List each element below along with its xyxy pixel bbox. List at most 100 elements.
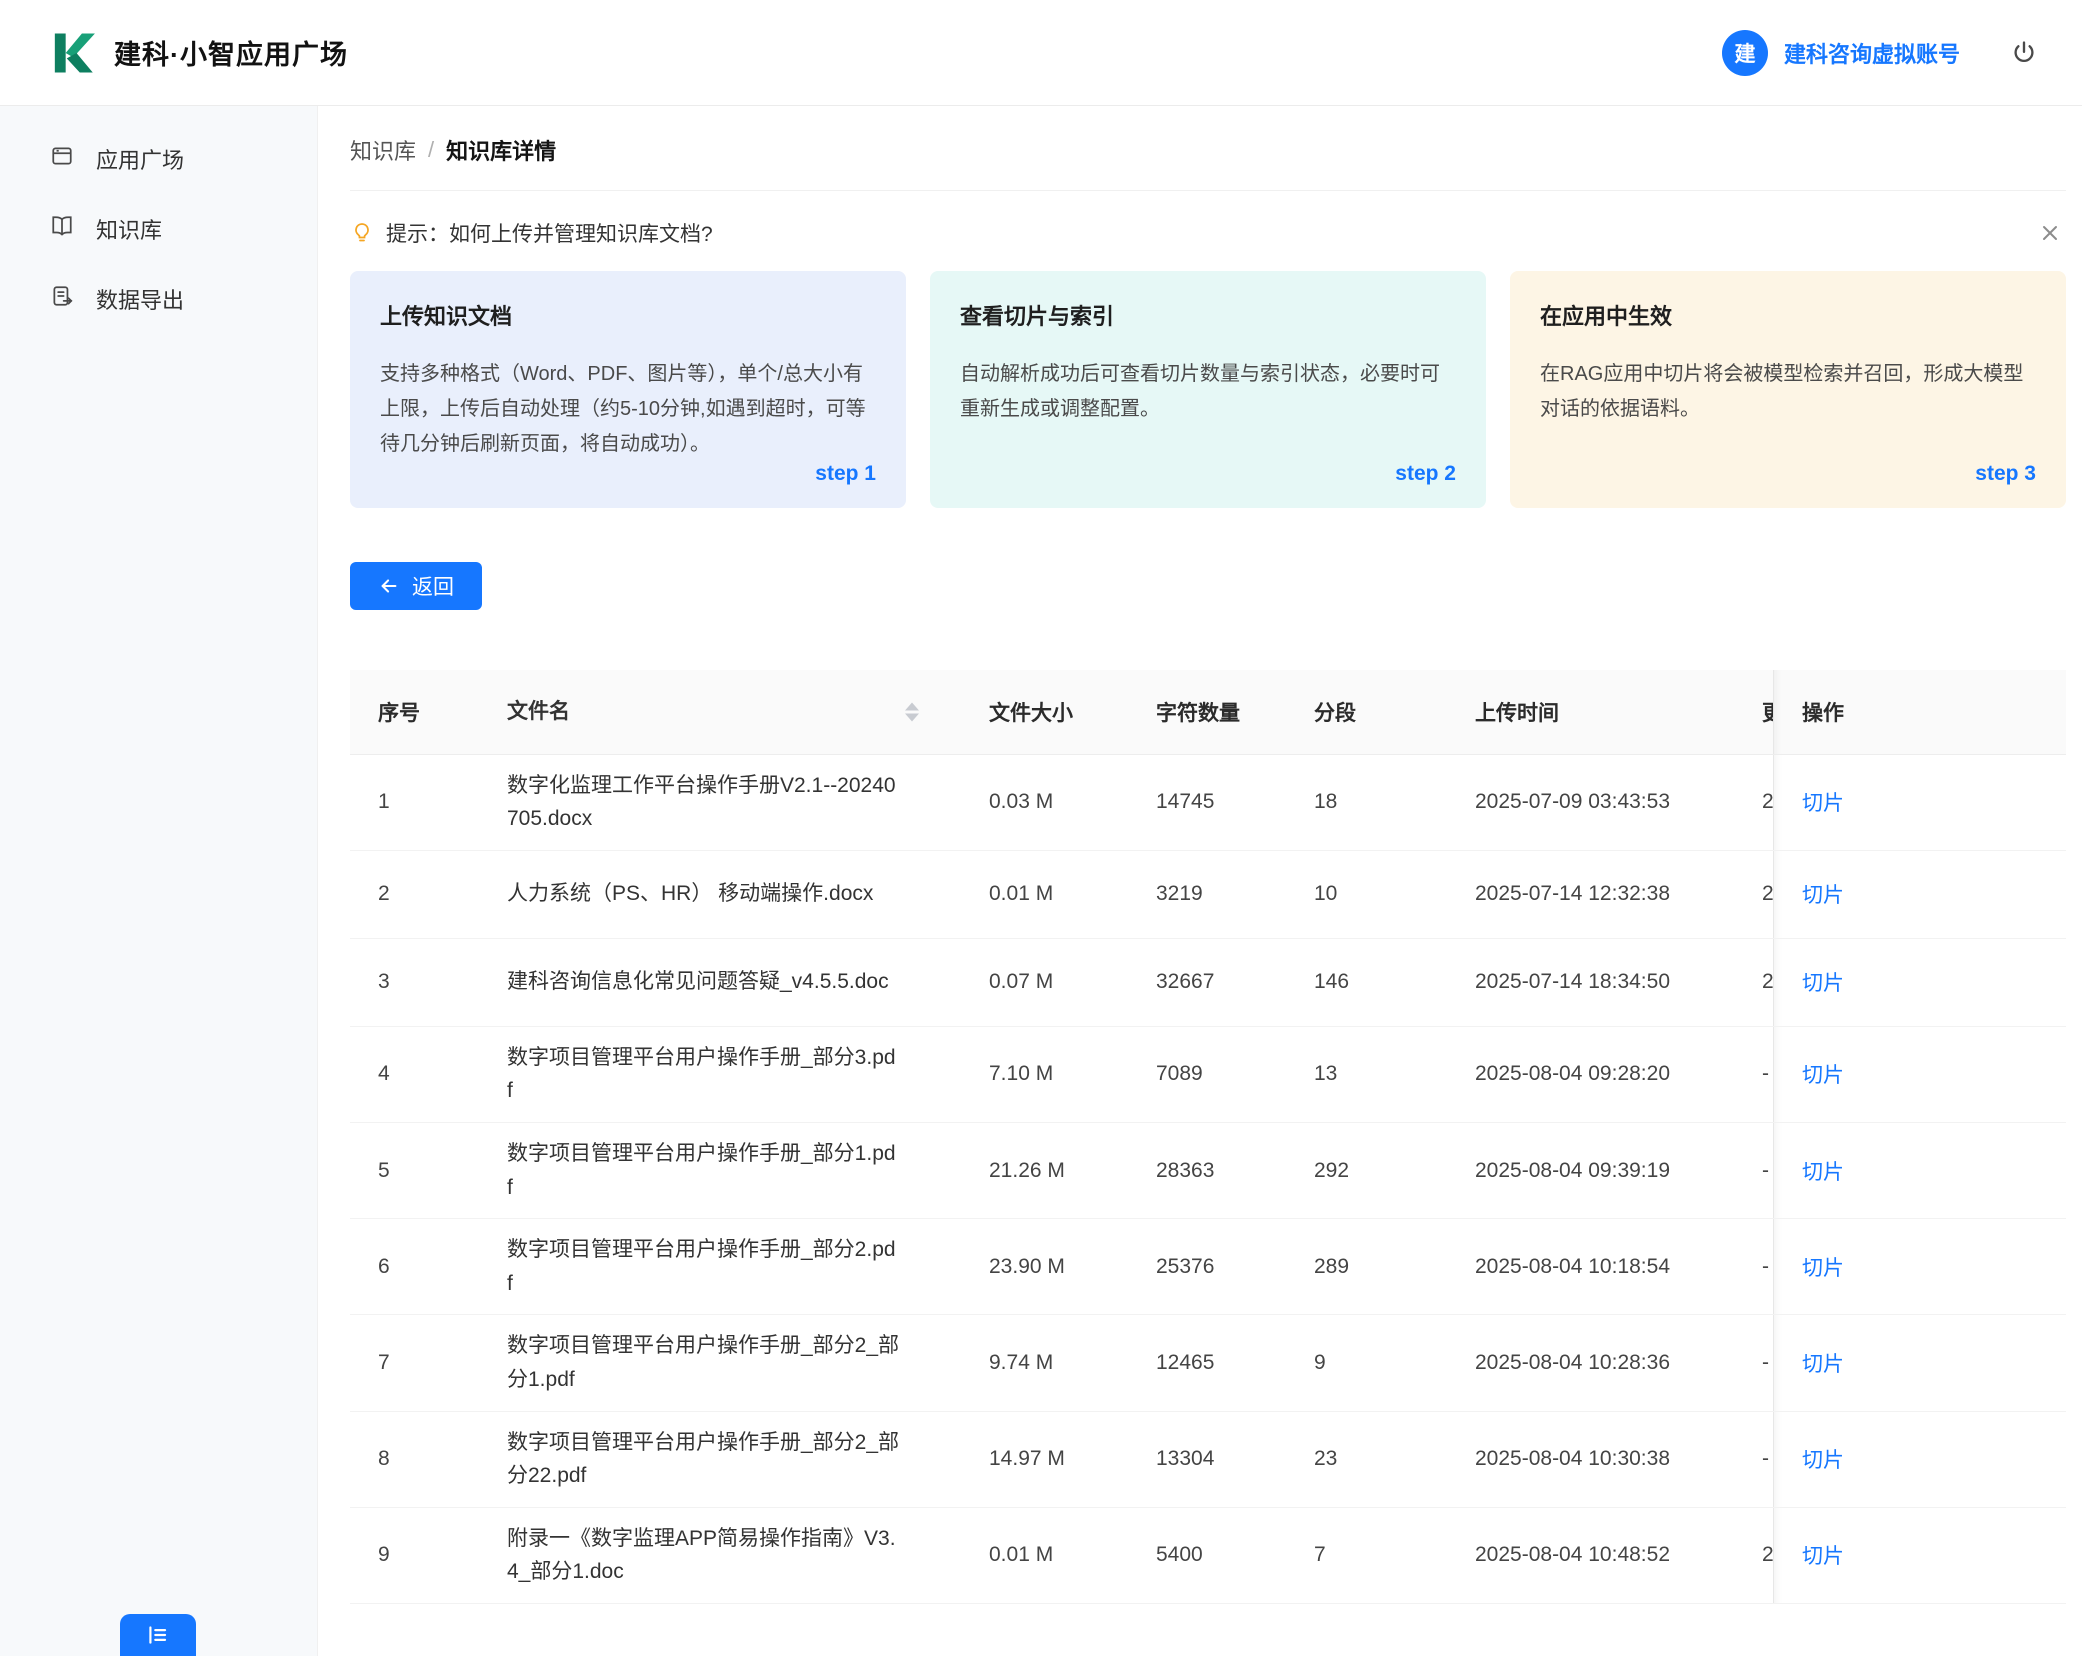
sort-icon[interactable] — [905, 702, 919, 721]
cell-upload-time: 2025-08-04 09:39:19 — [1447, 1159, 1734, 1183]
sidebar-item-app-plaza[interactable]: 应用广场 — [0, 124, 317, 194]
back-button[interactable]: 返回 — [350, 562, 482, 610]
cell-index: 3 — [350, 970, 479, 994]
account-name[interactable]: 建科咨询虚拟账号 — [1784, 37, 1960, 69]
page-title: 知识库详情 — [446, 134, 556, 166]
cell-segments: 292 — [1286, 1159, 1447, 1183]
table-header: 序号 文件名 文件大小 字符数量 分段 上传时间 更 操作 — [350, 670, 2066, 755]
cell-segments: 10 — [1286, 882, 1447, 906]
cell-index: 2 — [350, 882, 479, 906]
cell-actions: 切片 — [1773, 1027, 2066, 1122]
table-row: 3 建科咨询信息化常见问题答疑_v4.5.5.doc 0.07 M 32667 … — [350, 939, 2066, 1027]
table-row: 1 数字化监理工作平台操作手册V2.1--20240705.docx 0.03 … — [350, 755, 2066, 851]
cell-index: 7 — [350, 1351, 479, 1375]
cell-clipped: 2 — [1734, 970, 1773, 994]
cell-index: 6 — [350, 1255, 479, 1279]
card-body: 自动解析成功后可查看切片数量与索引状态，必要时可重新生成或调整配置。 — [960, 357, 1456, 427]
cell-filename: 数字化监理工作平台操作手册V2.1--20240705.docx — [479, 769, 961, 836]
cell-index: 1 — [350, 790, 479, 814]
step-cards: 上传知识文档 支持多种格式（Word、PDF、图片等），单个/总大小有上限，上传… — [350, 271, 2066, 508]
slice-link[interactable]: 切片 — [1802, 1348, 1844, 1378]
close-icon[interactable] — [2034, 217, 2066, 249]
tip-text: 提示：如何上传并管理知识库文档? — [386, 218, 713, 248]
cell-clipped: 2 — [1734, 790, 1773, 814]
cell-actions: 切片 — [1773, 939, 2066, 1026]
cell-actions: 切片 — [1773, 1219, 2066, 1314]
sidebar-collapse-button[interactable] — [120, 1614, 196, 1656]
cell-charcount: 32667 — [1128, 970, 1286, 994]
cell-clipped: - — [1734, 1159, 1773, 1183]
sidebar-item-data-export[interactable]: 数据导出 — [0, 264, 317, 334]
lightbulb-icon — [350, 221, 374, 245]
slice-link[interactable]: 切片 — [1802, 787, 1844, 817]
cell-filename: 数字项目管理平台用户操作手册_部分2_部分1.pdf — [479, 1329, 961, 1396]
cell-charcount: 12465 — [1128, 1351, 1286, 1375]
cell-charcount: 5400 — [1128, 1543, 1286, 1567]
cell-upload-time: 2025-08-04 10:28:36 — [1447, 1351, 1734, 1375]
cell-filesize: 0.01 M — [961, 1543, 1128, 1567]
breadcrumb-parent[interactable]: 知识库 — [350, 134, 416, 166]
arrow-left-icon — [378, 575, 400, 597]
cell-filesize: 9.74 M — [961, 1351, 1128, 1375]
cell-clipped: - — [1734, 1351, 1773, 1375]
breadcrumb: 知识库 / 知识库详情 — [350, 106, 2066, 191]
cell-index: 8 — [350, 1447, 479, 1471]
table-row: 6 数字项目管理平台用户操作手册_部分2.pdf 23.90 M 25376 2… — [350, 1219, 2066, 1315]
col-filename-label: 文件名 — [507, 695, 570, 729]
table-body: 1 数字化监理工作平台操作手册V2.1--20240705.docx 0.03 … — [350, 755, 2066, 1604]
cell-filename: 数字项目管理平台用户操作手册_部分2_部分22.pdf — [479, 1426, 961, 1493]
app-header: 建科·小智应用广场 建 建科咨询虚拟账号 — [0, 0, 2082, 106]
cell-filesize: 7.10 M — [961, 1062, 1128, 1086]
cell-filename: 附录一《数字监理APP简易操作指南》V3.4_部分1.doc — [479, 1522, 961, 1589]
sidebar-item-knowledge-base[interactable]: 知识库 — [0, 194, 317, 264]
sidebar-item-label: 应用广场 — [96, 143, 184, 175]
col-filesize: 文件大小 — [961, 670, 1128, 754]
cell-segments: 146 — [1286, 970, 1447, 994]
table-row: 2 人力系统（PS、HR） 移动端操作.docx 0.01 M 3219 10 … — [350, 851, 2066, 939]
cell-charcount: 3219 — [1128, 882, 1286, 906]
step-card-slices: 查看切片与索引 自动解析成功后可查看切片数量与索引状态，必要时可重新生成或调整配… — [930, 271, 1486, 508]
cell-segments: 289 — [1286, 1255, 1447, 1279]
cell-filesize: 0.01 M — [961, 882, 1128, 906]
cell-actions: 切片 — [1773, 1412, 2066, 1507]
table-row: 4 数字项目管理平台用户操作手册_部分3.pdf 7.10 M 7089 13 … — [350, 1027, 2066, 1123]
slice-link[interactable]: 切片 — [1802, 1540, 1844, 1570]
table-row: 7 数字项目管理平台用户操作手册_部分2_部分1.pdf 9.74 M 1246… — [350, 1315, 2066, 1411]
app-logo-icon — [44, 27, 96, 79]
table-row: 9 附录一《数字监理APP简易操作指南》V3.4_部分1.doc 0.01 M … — [350, 1508, 2066, 1604]
col-clipped: 更 — [1734, 670, 1773, 754]
cell-charcount: 14745 — [1128, 790, 1286, 814]
slice-link[interactable]: 切片 — [1802, 1444, 1844, 1474]
slice-link[interactable]: 切片 — [1802, 1156, 1844, 1186]
logout-power-icon[interactable] — [2010, 39, 2038, 67]
cell-charcount: 25376 — [1128, 1255, 1286, 1279]
cell-actions: 切片 — [1773, 1315, 2066, 1410]
avatar[interactable]: 建 — [1722, 30, 1768, 76]
card-title: 查看切片与索引 — [960, 299, 1456, 331]
slice-link[interactable]: 切片 — [1802, 967, 1844, 997]
cell-index: 4 — [350, 1062, 479, 1086]
cell-actions: 切片 — [1773, 755, 2066, 850]
col-filename: 文件名 — [479, 670, 961, 754]
cell-segments: 7 — [1286, 1543, 1447, 1567]
cell-upload-time: 2025-07-14 12:32:38 — [1447, 882, 1734, 906]
step-card-upload: 上传知识文档 支持多种格式（Word、PDF、图片等），单个/总大小有上限，上传… — [350, 271, 906, 508]
slice-link[interactable]: 切片 — [1802, 1252, 1844, 1282]
knowledge-base-icon — [50, 214, 74, 244]
step-card-apply: 在应用中生效 在RAG应用中切片将会被模型检索并召回，形成大模型对话的依据语料。… — [1510, 271, 2066, 508]
cell-segments: 23 — [1286, 1447, 1447, 1471]
slice-link[interactable]: 切片 — [1802, 879, 1844, 909]
step-label: step 1 — [815, 462, 876, 486]
breadcrumb-separator: / — [428, 137, 434, 163]
cell-filename: 人力系统（PS、HR） 移动端操作.docx — [479, 877, 961, 911]
col-upload-time: 上传时间 — [1447, 670, 1734, 754]
app-plaza-icon — [50, 144, 74, 174]
step-label: step 3 — [1975, 462, 2036, 486]
slice-link[interactable]: 切片 — [1802, 1059, 1844, 1089]
back-button-label: 返回 — [412, 571, 454, 601]
app-title: 建科·小智应用广场 — [114, 33, 348, 72]
cell-index: 9 — [350, 1543, 479, 1567]
cell-filesize: 21.26 M — [961, 1159, 1128, 1183]
cell-clipped: - — [1734, 1447, 1773, 1471]
card-body: 在RAG应用中切片将会被模型检索并召回，形成大模型对话的依据语料。 — [1540, 357, 2036, 427]
